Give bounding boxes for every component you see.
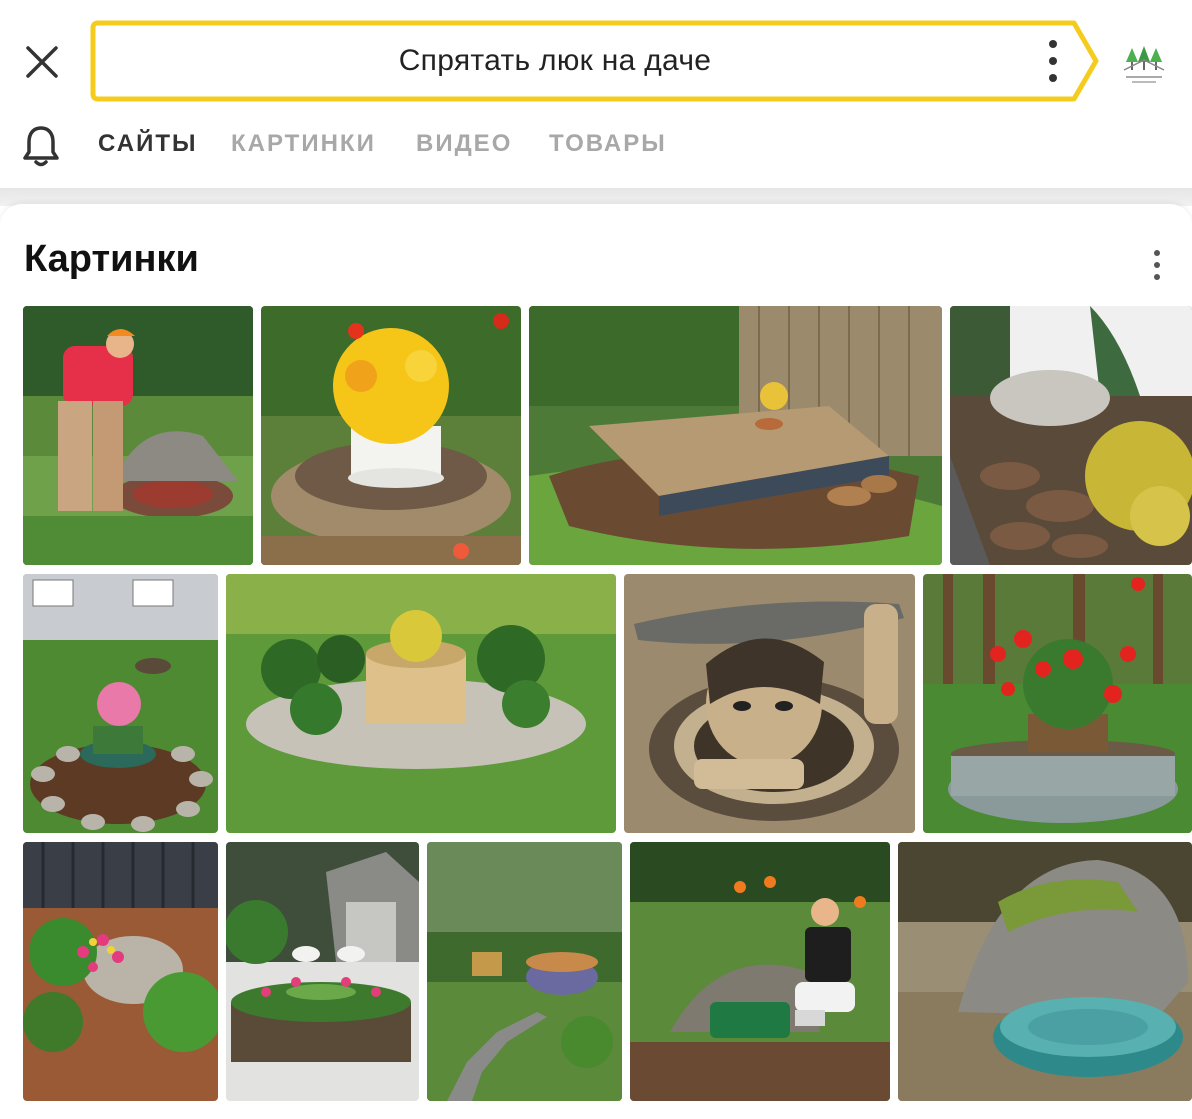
image-thumbnail[interactable] (226, 574, 616, 833)
image-thumbnail[interactable] (898, 842, 1192, 1101)
site-logo-icon[interactable] (1118, 38, 1170, 90)
image-thumbnail[interactable] (23, 842, 218, 1101)
image-thumbnail[interactable] (529, 306, 942, 565)
search-query[interactable]: Спрятать люк на даче (90, 20, 1020, 102)
more-vertical-icon[interactable] (1040, 40, 1066, 82)
search-tabs: САЙТЫ КАРТИНКИ ВИДЕО ТОВАРЫ (0, 118, 1192, 174)
search-field[interactable]: Спрятать люк на даче (90, 20, 1100, 102)
top-bar: Спрятать люк на даче САЙТЫ КАРТИНКИ ВИДЕ… (0, 0, 1192, 190)
tab-video[interactable]: ВИДЕО (416, 130, 512, 158)
image-thumbnail[interactable] (226, 842, 419, 1101)
image-thumbnail[interactable] (23, 574, 218, 833)
image-thumbnail[interactable] (624, 574, 915, 833)
tab-products[interactable]: ТОВАРЫ (549, 130, 667, 158)
more-vertical-icon[interactable] (1146, 250, 1168, 280)
tab-sites[interactable]: САЙТЫ (98, 130, 197, 158)
image-thumbnail[interactable] (950, 306, 1192, 565)
section-title: Картинки (24, 238, 199, 280)
tab-images[interactable]: КАРТИНКИ (231, 130, 376, 158)
close-button[interactable] (18, 38, 66, 86)
image-thumbnail[interactable] (630, 842, 890, 1101)
image-thumbnail[interactable] (261, 306, 521, 565)
bell-icon[interactable] (20, 124, 62, 168)
image-thumbnail[interactable] (923, 574, 1192, 833)
close-icon (26, 46, 58, 78)
image-thumbnail[interactable] (427, 842, 622, 1101)
image-thumbnail[interactable] (23, 306, 253, 565)
